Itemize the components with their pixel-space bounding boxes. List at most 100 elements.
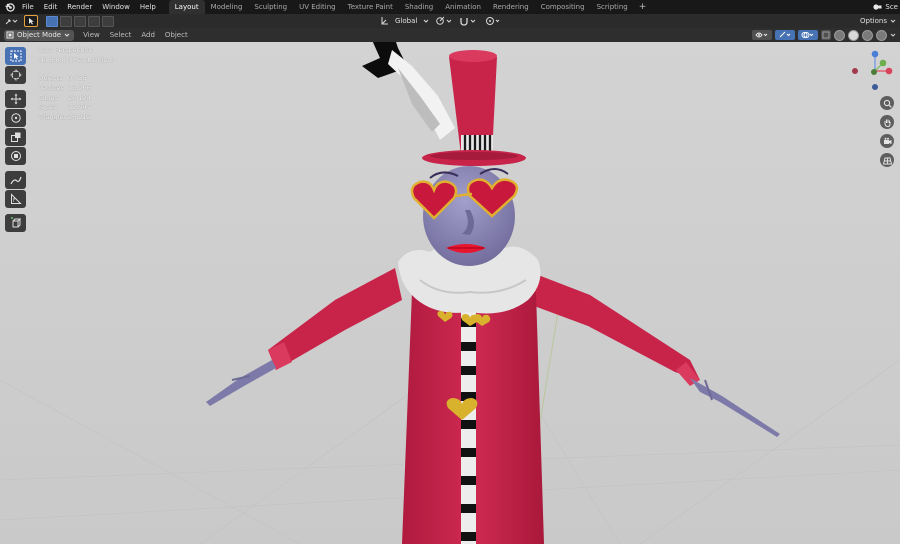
menu-add[interactable]: Add xyxy=(136,31,160,39)
zoom-button[interactable] xyxy=(880,96,894,110)
axis-y-positive xyxy=(879,59,887,67)
chevron-down-icon xyxy=(64,33,70,37)
scale-tool[interactable] xyxy=(5,128,26,146)
scene-selector[interactable]: Sce xyxy=(872,0,900,14)
rendered-shading-button[interactable] xyxy=(876,29,887,41)
snap-target-icon[interactable] xyxy=(435,16,453,26)
rotate-tool[interactable] xyxy=(5,109,26,127)
scale-icon xyxy=(10,132,20,142)
gizmo-icon xyxy=(779,31,791,38)
top-menu-bar: File Edit Render Window Help Layout Mode… xyxy=(0,0,900,14)
chevron-down-icon xyxy=(890,19,896,23)
menu-render[interactable]: Render xyxy=(62,0,97,14)
visibility-dropdown[interactable] xyxy=(752,30,772,40)
menu-select[interactable]: Select xyxy=(105,31,137,39)
menu-edit[interactable]: Edit xyxy=(39,0,63,14)
menu-object[interactable]: Object xyxy=(160,31,193,39)
tool-header: Global Options xyxy=(0,14,900,28)
axis-z-positive xyxy=(871,50,879,58)
select-new-button[interactable] xyxy=(46,15,58,27)
tab-scripting[interactable]: Scripting xyxy=(591,0,634,14)
axis-z-negative xyxy=(872,84,878,90)
transform-icon xyxy=(10,151,21,161)
transform-orientation-group: Global xyxy=(380,14,501,28)
chevron-down-icon xyxy=(423,19,429,23)
pivot-icon xyxy=(5,19,18,25)
workspace-tabs: Layout Modeling Sculpting UV Editing Tex… xyxy=(168,0,652,14)
tab-texture-paint[interactable]: Texture Paint xyxy=(342,0,399,14)
xray-icon xyxy=(822,31,830,39)
menu-window[interactable]: Window xyxy=(97,0,135,14)
tab-animation[interactable]: Animation xyxy=(439,0,487,14)
object-mode-icon xyxy=(6,31,14,39)
active-object-info: (1) 5.8.8 | Head_Object xyxy=(38,55,114,64)
3d-viewport[interactable]: User Perspective (1) 5.8.8 | Head_Object… xyxy=(0,42,900,544)
stat-triangles: Triangles 26,212 xyxy=(38,113,91,122)
annotate-tool[interactable] xyxy=(5,171,26,189)
perspective-toggle-button[interactable] xyxy=(880,153,894,167)
viewport-shading-controls xyxy=(752,29,896,41)
tab-layout[interactable]: Layout xyxy=(168,0,205,14)
transform-pivot-dropdown[interactable] xyxy=(3,16,21,27)
tab-shading[interactable]: Shading xyxy=(399,0,439,14)
hand-pan-icon xyxy=(884,119,890,127)
select-box-tool[interactable] xyxy=(5,47,26,65)
select-arrow-icon xyxy=(29,18,34,25)
solid-shading-button[interactable] xyxy=(848,29,859,41)
stat-edges: Edges 26,124 xyxy=(38,93,91,102)
object-mode-dropdown[interactable]: Object Mode xyxy=(4,29,75,41)
eye-icon xyxy=(755,32,768,38)
magnet-snap-icon[interactable] xyxy=(459,16,479,26)
select-tool-button[interactable] xyxy=(24,15,38,27)
stat-objects: Objects 0 / 35 xyxy=(38,74,87,82)
tab-modeling[interactable]: Modeling xyxy=(205,0,249,14)
viewport-header: Object Mode View Select Add Object xyxy=(0,28,900,42)
axis-x-negative xyxy=(852,68,858,74)
stat-faces: Faces 12,947 xyxy=(38,103,91,112)
scene-label: Sce xyxy=(885,3,898,11)
scene-statistics: Objects 0 / 35 Vertices 13,266 Edges 26,124… xyxy=(38,74,91,123)
transform-tool[interactable] xyxy=(5,147,26,165)
measure-tool[interactable] xyxy=(5,190,26,208)
zoom-icon xyxy=(883,99,892,108)
scene-render xyxy=(0,42,900,544)
add-cube-icon xyxy=(10,217,21,228)
cursor-icon xyxy=(10,69,21,81)
xray-toggle[interactable] xyxy=(821,30,831,40)
wireframe-shading-button[interactable] xyxy=(834,29,845,41)
axis-x-positive xyxy=(885,67,893,75)
move-tool[interactable] xyxy=(5,90,26,108)
proportional-edit-icon[interactable] xyxy=(485,16,501,26)
options-label: Options xyxy=(859,17,887,25)
move-icon xyxy=(10,93,21,105)
pan-button[interactable] xyxy=(880,115,894,129)
select-subtract-button[interactable] xyxy=(74,15,86,27)
options-dropdown[interactable]: Options xyxy=(860,16,896,26)
select-intersect-button[interactable] xyxy=(102,15,114,27)
menu-view[interactable]: View xyxy=(78,31,105,39)
tab-rendering[interactable]: Rendering xyxy=(487,0,535,14)
material-shading-button[interactable] xyxy=(862,29,873,41)
add-workspace-button[interactable]: + xyxy=(634,0,652,14)
gizmo-toggle[interactable] xyxy=(775,30,795,40)
tab-sculpting[interactable]: Sculpting xyxy=(248,0,293,14)
cursor-tool[interactable] xyxy=(5,66,26,84)
select-extend-button[interactable] xyxy=(60,15,72,27)
camera-view-button[interactable] xyxy=(880,134,894,148)
overlays-toggle[interactable] xyxy=(798,30,818,40)
tab-uv-editing[interactable]: UV Editing xyxy=(293,0,342,14)
menu-file[interactable]: File xyxy=(17,0,39,14)
tab-compositing[interactable]: Compositing xyxy=(535,0,591,14)
stat-vertices: Vertices 13,266 xyxy=(38,83,91,92)
axis-y-negative xyxy=(871,69,877,75)
mode-label: Object Mode xyxy=(17,31,62,39)
select-invert-button[interactable] xyxy=(88,15,100,27)
axis-gizmo[interactable] xyxy=(850,46,898,94)
orientation-dropdown[interactable]: Global xyxy=(395,17,417,25)
scene-icon xyxy=(873,4,882,10)
add-cube-tool[interactable] xyxy=(5,214,26,232)
blender-logo-icon[interactable] xyxy=(3,0,17,14)
menu-help[interactable]: Help xyxy=(135,0,161,14)
chevron-down-icon[interactable] xyxy=(890,32,896,38)
measure-icon xyxy=(10,193,22,204)
